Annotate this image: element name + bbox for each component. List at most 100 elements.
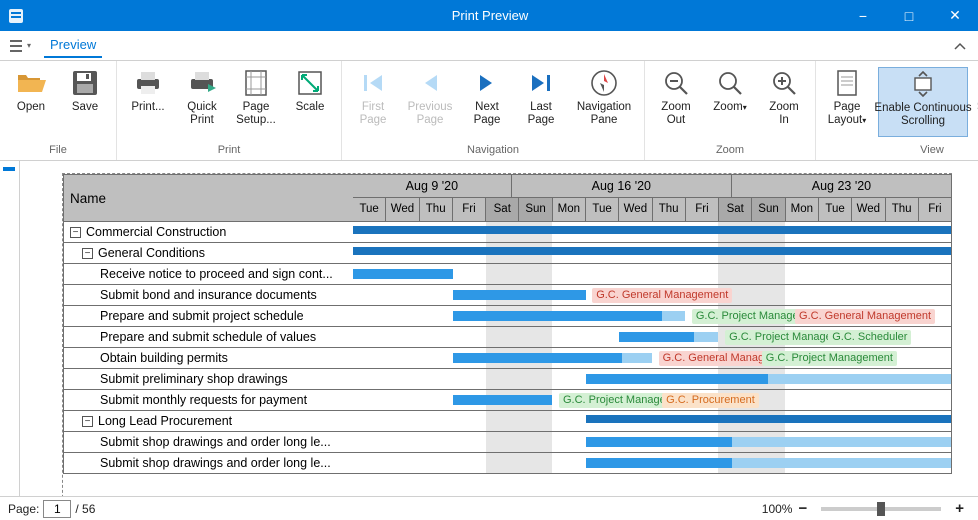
first-page-icon [357, 67, 389, 99]
continuous-scrolling-button[interactable]: Enable Continuous Scrolling [878, 67, 968, 137]
page-label: Page: [8, 502, 39, 516]
minimize-button[interactable]: − [840, 0, 886, 31]
preview-area[interactable]: Name Aug 9 '20Aug 16 '20Aug 23 '20 TueWe… [0, 161, 978, 496]
zoom-out-minus-button[interactable]: − [792, 500, 813, 517]
page-number-input[interactable] [43, 500, 71, 518]
quick-print-label: Quick Print [187, 101, 216, 126]
day-header-cell: Wed [619, 198, 652, 222]
task-bar [586, 458, 951, 468]
day-header-cell: Wed [386, 198, 419, 222]
zoom-in-label: Zoom In [769, 101, 798, 126]
summary-bar [353, 226, 951, 234]
day-header-cell: Thu [886, 198, 919, 222]
page-layout-button[interactable]: Page Layout▾ [824, 67, 870, 137]
task-name-cell: Submit preliminary shop drawings [63, 369, 353, 390]
app-icon [0, 0, 31, 31]
navigation-pane-button[interactable]: Navigation Pane [572, 67, 636, 137]
zoom-in-button[interactable]: Zoom In [761, 67, 807, 137]
collapse-ribbon-button[interactable] [954, 41, 970, 51]
save-button[interactable]: Save [62, 67, 108, 137]
zoom-slider-thumb[interactable] [877, 502, 885, 516]
save-label: Save [72, 101, 98, 114]
ruler-handle[interactable] [3, 167, 15, 171]
zoom-label: Zoom▾ [713, 101, 746, 114]
zoom-in-icon [768, 67, 800, 99]
previous-page-icon [414, 67, 446, 99]
ribbon-tabs: ▾ Preview [0, 31, 978, 61]
zoom-icon [714, 67, 746, 99]
gantt-row: G.C. General Management [353, 285, 951, 306]
task-bar [586, 374, 951, 384]
week-header-cell: Aug 16 '20 [512, 174, 732, 198]
zoom-in-plus-button[interactable]: + [949, 500, 970, 517]
page-layout-icon [831, 67, 863, 99]
day-header-cell: Sun [752, 198, 785, 222]
save-icon [69, 67, 101, 99]
last-page-button[interactable]: Last Page [518, 67, 564, 137]
task-name-cell: Prepare and submit project schedule [63, 306, 353, 327]
week-header-cell: Aug 9 '20 [353, 174, 512, 198]
day-header-cell: Mon [553, 198, 586, 222]
ribbon-menu-button[interactable]: ▾ [8, 35, 32, 57]
day-header-cell: Thu [420, 198, 453, 222]
task-name-cell: −Long Lead Procurement [63, 411, 353, 432]
tab-preview[interactable]: Preview [44, 33, 102, 58]
group-label-zoom: Zoom [645, 142, 815, 160]
task-name-cell: Receive notice to proceed and sign cont.… [63, 264, 353, 285]
gantt-row: G.C. General ManagementG.C. Project Mana… [353, 348, 951, 369]
task-name-cell: Obtain building permits [63, 348, 353, 369]
scale-button[interactable]: Scale [287, 67, 333, 137]
gantt-row: G.C. Project ManagementG.C. Procurement [353, 390, 951, 411]
gantt-row: G.C. Project ManagementG.C. General Mana… [353, 306, 951, 327]
zoom-button[interactable]: Zoom▾ [707, 67, 753, 137]
task-bar [453, 311, 686, 321]
collapse-toggle[interactable]: − [82, 248, 93, 259]
quick-print-button[interactable]: Quick Print [179, 67, 225, 137]
ribbon-group-zoom: Zoom Out Zoom▾ Zoom In Zoom [645, 61, 816, 160]
zoom-slider[interactable] [821, 507, 941, 511]
close-button[interactable]: ✕ [932, 0, 978, 31]
task-bar [353, 269, 453, 279]
last-page-icon [525, 67, 557, 99]
page-setup-label: Page Setup... [236, 101, 276, 126]
preview-page: Name Aug 9 '20Aug 16 '20Aug 23 '20 TueWe… [62, 173, 952, 496]
resource-tag: G.C. General Management [795, 309, 935, 324]
scale-label: Scale [296, 101, 325, 114]
previous-page-label: Previous Page [408, 101, 453, 126]
day-header-cell: Fri [453, 198, 486, 222]
ribbon: Open Save File Print... Quick Print Page… [0, 61, 978, 161]
summary-bar [586, 415, 951, 423]
group-label-file: File [0, 142, 116, 160]
maximize-button[interactable]: □ [886, 0, 932, 31]
task-name-cell: Prepare and submit schedule of values [63, 327, 353, 348]
open-button[interactable]: Open [8, 67, 54, 137]
window-title: Print Preview [140, 8, 840, 23]
continuous-scrolling-label: Enable Continuous Scrolling [874, 102, 971, 127]
gantt-row [353, 264, 951, 285]
collapse-toggle[interactable]: − [70, 227, 81, 238]
gantt-row [353, 243, 951, 264]
gantt-row [353, 411, 951, 432]
gantt-row [353, 369, 951, 390]
zoom-out-button[interactable]: Zoom Out [653, 67, 699, 137]
continuous-scroll-icon [907, 68, 939, 100]
status-bar: Page: / 56 100% − + [0, 496, 978, 520]
zoom-out-label: Zoom Out [661, 101, 690, 126]
printer-icon [132, 67, 164, 99]
zoom-percent: 100% [762, 502, 793, 516]
page-setup-button[interactable]: Page Setup... [233, 67, 279, 137]
day-header-cell: Tue [819, 198, 852, 222]
zoom-out-icon [660, 67, 692, 99]
print-button[interactable]: Print... [125, 67, 171, 137]
last-page-label: Last Page [528, 101, 555, 126]
task-bar [453, 395, 553, 405]
ribbon-group-print: Print... Quick Print Page Setup... Scale… [117, 61, 342, 160]
next-page-button[interactable]: Next Page [464, 67, 510, 137]
group-label-navigation: Navigation [342, 142, 644, 160]
ribbon-group-file: Open Save File [0, 61, 117, 160]
resource-tag: G.C. Scheduler [828, 330, 911, 345]
day-header-cell: Sun [519, 198, 552, 222]
collapse-toggle[interactable]: − [82, 416, 93, 427]
vertical-ruler [0, 161, 20, 496]
week-header-cell: Aug 23 '20 [732, 174, 952, 198]
